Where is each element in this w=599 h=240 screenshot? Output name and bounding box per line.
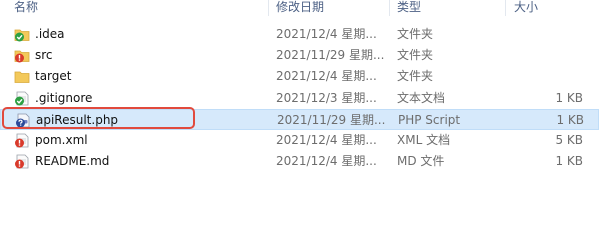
file-size [510, 66, 583, 87]
file-type: PHP Script [398, 113, 461, 127]
xml-file-icon [14, 133, 30, 148]
file-modified-date: 2021/12/4 星期... [276, 154, 377, 168]
file-name: README.md [35, 154, 110, 168]
file-row[interactable]: pom.xml 2021/12/4 星期... XML 文档 5 KB [0, 130, 599, 151]
file-type: MD 文件 [397, 154, 445, 168]
column-header-date[interactable]: 修改日期 [276, 0, 324, 16]
file-size: 1 KB [555, 154, 583, 168]
file-row[interactable]: .gitignore 2021/12/3 星期... 文本文档 1 KB [0, 88, 599, 109]
file-name: apiResult.php [36, 113, 119, 127]
column-header-name[interactable]: 名称 [14, 0, 38, 16]
file-modified-date: 2021/11/29 星期... [277, 113, 386, 127]
file-name: pom.xml [35, 133, 88, 147]
column-header-type[interactable]: 类型 [397, 0, 421, 16]
file-type: XML 文档 [397, 133, 451, 147]
folder-icon [14, 69, 30, 84]
column-divider[interactable] [505, 0, 506, 16]
file-size: 5 KB [555, 133, 583, 147]
file-name: target [35, 69, 72, 83]
file-type: 文件夹 [397, 69, 434, 83]
file-size: 1 KB [556, 113, 584, 127]
file-modified-date: 2021/12/4 星期... [276, 27, 377, 41]
file-modified-date: 2021/12/4 星期... [276, 133, 377, 147]
file-row[interactable]: .idea 2021/12/4 星期... 文件夹 [0, 24, 599, 45]
php-file-icon [15, 113, 31, 128]
file-size [510, 24, 583, 45]
file-name: src [35, 48, 53, 62]
file-name: .gitignore [35, 91, 93, 105]
column-header-bar: 名称 修改日期 类型 大小 [0, 0, 599, 16]
file-size [510, 45, 583, 66]
file-row[interactable]: target 2021/12/4 星期... 文件夹 [0, 66, 599, 87]
file-type: 文件夹 [397, 27, 434, 41]
column-divider[interactable] [389, 0, 390, 16]
column-divider[interactable] [268, 0, 269, 16]
file-type: 文本文档 [397, 91, 446, 105]
column-header-size[interactable]: 大小 [514, 0, 538, 16]
file-modified-date: 2021/12/4 星期... [276, 69, 377, 83]
folder-icon [14, 27, 30, 42]
file-row[interactable]: README.md 2021/12/4 星期... MD 文件 1 KB [0, 151, 599, 172]
file-row[interactable]: src 2021/11/29 星期... 文件夹 [0, 45, 599, 66]
file-modified-date: 2021/12/3 星期... [276, 91, 377, 105]
file-modified-date: 2021/11/29 星期... [276, 48, 385, 62]
md-file-icon [14, 154, 30, 169]
file-type: 文件夹 [397, 48, 434, 62]
file-row-selected[interactable]: apiResult.php 2021/11/29 星期... PHP Scrip… [0, 109, 599, 130]
text-file-icon [14, 91, 30, 106]
folder-icon [14, 48, 30, 63]
file-name: .idea [35, 27, 65, 41]
file-size: 1 KB [555, 91, 583, 105]
